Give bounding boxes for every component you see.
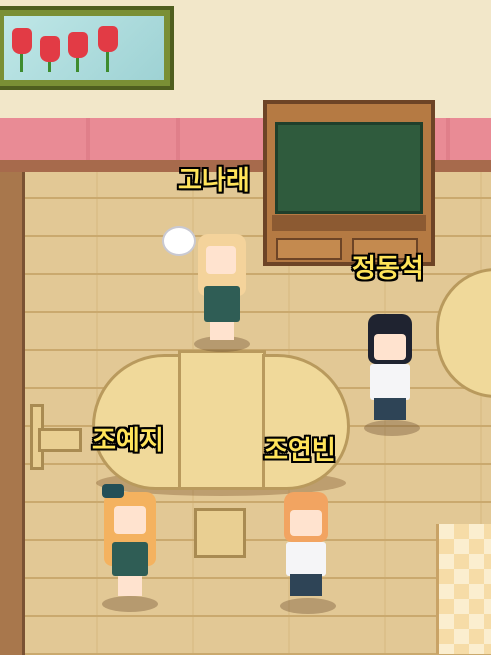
character-name-joyeonbin: 조연빈 bbox=[264, 436, 336, 466]
character-joyeonbin[interactable] bbox=[276, 490, 340, 614]
table-section-center[interactable] bbox=[178, 350, 266, 490]
character-name-gonarae: 고나래 bbox=[178, 166, 250, 196]
character-jeongdongseok[interactable] bbox=[360, 312, 424, 436]
feather-duster-icon bbox=[162, 226, 196, 256]
chalkboard-shelf bbox=[272, 215, 426, 231]
game-scene: 고나래 정동석 조예지 조연빈 bbox=[0, 0, 491, 655]
left-wall bbox=[0, 172, 25, 655]
chair-left-seat[interactable] bbox=[38, 428, 82, 452]
chalkboard[interactable] bbox=[275, 122, 423, 214]
chair-front[interactable] bbox=[194, 508, 246, 558]
character-joyeji[interactable] bbox=[98, 484, 162, 612]
character-name-jeongdongseok: 정동석 bbox=[352, 254, 424, 284]
character-name-joyeji: 조예지 bbox=[92, 426, 164, 456]
tulip-painting-icon bbox=[0, 6, 174, 90]
cabinet-drawer-left[interactable] bbox=[276, 238, 342, 260]
checkered-mat bbox=[436, 524, 491, 654]
character-gonarae[interactable] bbox=[162, 226, 254, 352]
